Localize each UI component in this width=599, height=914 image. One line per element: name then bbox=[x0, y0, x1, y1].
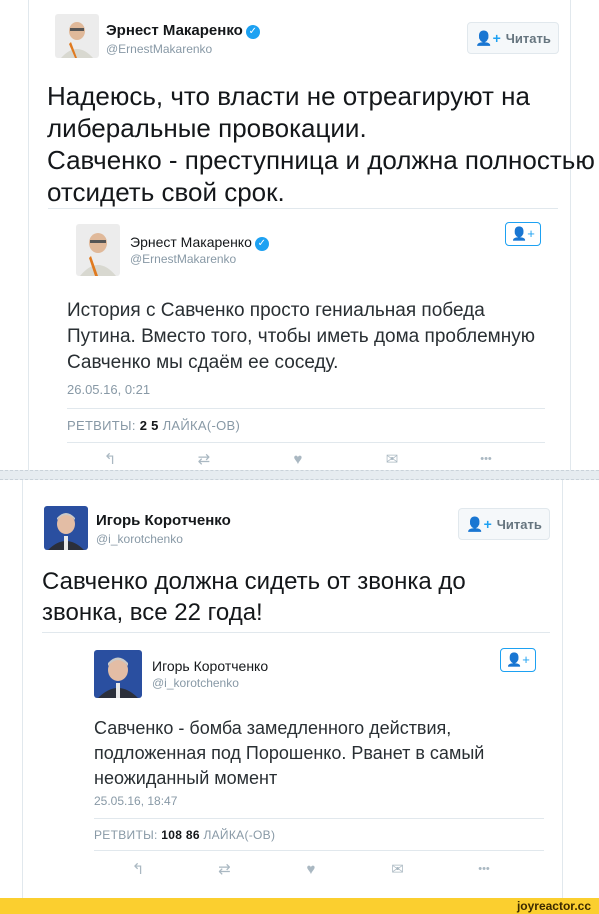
follow-icon: 👤+ bbox=[475, 29, 501, 46]
quoted-text-line: Савченко мы сдаём ее соседу. bbox=[67, 352, 339, 373]
quoted-action-bar: ↰ ⇄ ♥ ✉ ••• bbox=[98, 450, 498, 469]
retweets-count[interactable]: 2 bbox=[140, 418, 148, 433]
tweet-text: Надеюсь, что власти не отреагируют на ли… bbox=[47, 80, 595, 208]
tweet-text: Савченко должна сидеть от звонка до звон… bbox=[42, 566, 466, 628]
quoted-follow-button[interactable]: 👤+ bbox=[505, 222, 541, 246]
verified-icon: ✓ bbox=[254, 237, 269, 251]
follow-button[interactable]: 👤+ Читать bbox=[467, 22, 559, 54]
site-watermark-bar: joyreactor.cc bbox=[0, 898, 599, 914]
retweet-icon[interactable]: ⇄ bbox=[213, 860, 237, 878]
quoted-text-line: Савченко - бомба замедленного действия, bbox=[94, 718, 452, 738]
panel-separator bbox=[0, 470, 599, 480]
quoted-author-name[interactable]: Игорь Коротченко bbox=[152, 658, 268, 674]
author-avatar[interactable] bbox=[55, 14, 99, 58]
divider bbox=[67, 408, 545, 409]
follow-button-label: Читать bbox=[496, 516, 542, 532]
tweet-text-line: отсидеть свой срок. bbox=[47, 177, 285, 207]
card-border-left bbox=[22, 480, 23, 898]
quoted-author-avatar[interactable] bbox=[94, 650, 142, 698]
tweet-text-line: звонка, все 22 года! bbox=[42, 599, 263, 626]
quoted-author-avatar[interactable] bbox=[76, 224, 120, 276]
quoted-timestamp[interactable]: 26.05.16, 0:21 bbox=[67, 382, 150, 397]
quoted-author-name[interactable]: Эрнест Макаренко ✓ bbox=[130, 234, 269, 251]
divider bbox=[94, 818, 544, 819]
retweets-label: РЕТВИТЫ: bbox=[67, 418, 136, 433]
retweet-icon[interactable]: ⇄ bbox=[192, 450, 216, 468]
likes-label: ЛАЙКА(-ОВ) bbox=[203, 828, 276, 842]
like-icon[interactable]: ♥ bbox=[299, 861, 323, 878]
quoted-author-handle[interactable]: @i_korotchenko bbox=[152, 676, 239, 690]
more-icon[interactable]: ••• bbox=[474, 453, 498, 465]
quoted-follow-button[interactable]: 👤+ bbox=[500, 648, 536, 672]
tweet-text-line: либеральные провокации. bbox=[47, 113, 367, 143]
author-name[interactable]: Эрнест Макаренко ✓ bbox=[106, 22, 260, 39]
author-name-text: Эрнест Макаренко bbox=[106, 22, 243, 39]
quoted-author-name-text: Эрнест Макаренко bbox=[130, 234, 252, 250]
tweet-text-line: Надеюсь, что власти не отреагируют на bbox=[47, 81, 530, 111]
author-avatar[interactable] bbox=[44, 506, 88, 550]
message-icon[interactable]: ✉ bbox=[386, 860, 410, 878]
author-name[interactable]: Игорь Коротченко bbox=[96, 512, 231, 529]
tweet-text-line: Савченко должна сидеть от звонка до bbox=[42, 568, 466, 595]
quoted-text-line: Путина. Вместо того, чтобы иметь дома пр… bbox=[67, 326, 535, 347]
follow-button-label: Читать bbox=[505, 30, 551, 46]
avatar-photo-korotchenko-icon bbox=[94, 650, 142, 698]
quoted-stats: РЕТВИТЫ: 2 5 ЛАЙКА(-ОВ) bbox=[67, 418, 240, 433]
card-border-left bbox=[28, 0, 29, 470]
quoted-timestamp[interactable]: 25.05.16, 18:47 bbox=[94, 794, 177, 808]
quoted-text-line: неожиданный момент bbox=[94, 768, 278, 788]
likes-count[interactable]: 5 bbox=[151, 418, 159, 433]
author-handle[interactable]: @i_korotchenko bbox=[96, 532, 183, 546]
site-watermark[interactable]: joyreactor.cc bbox=[517, 898, 591, 914]
quoted-tweet-text: Савченко - бомба замедленного действия, … bbox=[94, 716, 484, 791]
tweet-card-2: Игорь Коротченко @i_korotchenko 👤+ Читат… bbox=[0, 480, 599, 898]
tweet-text-line: Савченко - преступница и должна полность… bbox=[47, 145, 595, 175]
divider bbox=[42, 632, 550, 633]
divider bbox=[67, 442, 545, 443]
avatar-photo-korotchenko-icon bbox=[44, 506, 88, 550]
likes-label: ЛАЙКА(-ОВ) bbox=[162, 418, 241, 433]
avatar-photo-makarenko-icon bbox=[76, 224, 120, 276]
more-icon[interactable]: ••• bbox=[472, 863, 496, 875]
retweets-label: РЕТВИТЫ: bbox=[94, 828, 158, 842]
reply-icon[interactable]: ↰ bbox=[98, 450, 122, 468]
quoted-author-handle[interactable]: @ErnestMakarenko bbox=[130, 252, 236, 266]
follow-icon: 👤+ bbox=[466, 515, 492, 532]
quoted-text-line: История с Савченко просто гениальная поб… bbox=[67, 300, 485, 321]
quoted-text-line: подложенная под Порошенко. Рванет в самы… bbox=[94, 743, 485, 763]
like-icon[interactable]: ♥ bbox=[286, 451, 310, 468]
divider bbox=[94, 850, 544, 851]
avatar-photo-makarenko-icon bbox=[55, 14, 99, 58]
quoted-tweet-text: История с Савченко просто гениальная поб… bbox=[67, 298, 535, 376]
quoted-stats: РЕТВИТЫ: 108 86 ЛАЙКА(-ОВ) bbox=[94, 828, 275, 842]
quoted-action-bar: ↰ ⇄ ♥ ✉ ••• bbox=[126, 860, 496, 879]
divider bbox=[48, 208, 558, 209]
reply-icon[interactable]: ↰ bbox=[126, 860, 150, 878]
tweet-card-1: Эрнест Макаренко ✓ @ErnestMakarenko 👤+ Чи… bbox=[0, 0, 599, 470]
likes-count[interactable]: 86 bbox=[186, 828, 200, 842]
card-border-right bbox=[562, 480, 563, 898]
follow-button[interactable]: 👤+ Читать bbox=[458, 508, 550, 540]
retweets-count[interactable]: 108 bbox=[161, 828, 182, 842]
message-icon[interactable]: ✉ bbox=[380, 450, 404, 468]
author-handle[interactable]: @ErnestMakarenko bbox=[106, 42, 212, 56]
verified-icon: ✓ bbox=[245, 25, 260, 39]
card-border-right bbox=[570, 0, 571, 470]
